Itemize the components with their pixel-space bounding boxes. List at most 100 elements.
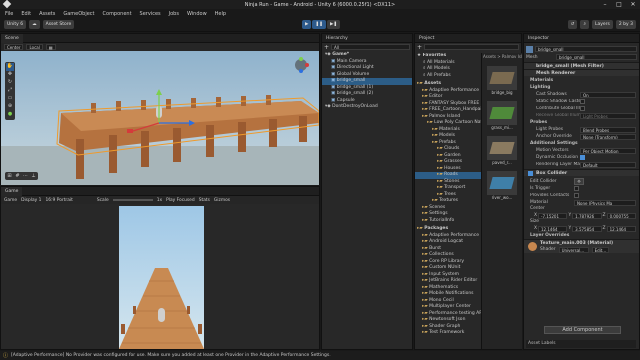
menu-assets[interactable]: Assets bbox=[39, 11, 55, 17]
contribute-gi-checkbox[interactable] bbox=[580, 106, 585, 111]
scale-tool-icon[interactable]: ⤢ bbox=[6, 87, 14, 95]
material-header[interactable]: Texture_main.003 (Material) Shader Unive… bbox=[524, 239, 639, 253]
history-icon[interactable]: ↺ bbox=[567, 20, 578, 29]
menu-jobs[interactable]: Jobs bbox=[169, 11, 179, 17]
materials-foldout[interactable]: Materials bbox=[530, 77, 636, 84]
scale-slider[interactable] bbox=[112, 199, 153, 201]
shader-edit-button[interactable]: Edit... bbox=[591, 246, 610, 253]
box-collider-enabled-checkbox[interactable] bbox=[528, 170, 533, 176]
hierarchy-search[interactable]: All bbox=[331, 44, 410, 50]
ruler-icon[interactable]: ⟂ bbox=[30, 173, 37, 179]
tab-hierarchy[interactable]: Hierarchy bbox=[322, 34, 352, 43]
game-mode-dropdown[interactable]: Game bbox=[4, 198, 17, 203]
pivot-local-dropdown[interactable]: Local bbox=[26, 44, 43, 50]
menu-help[interactable]: Help bbox=[215, 11, 226, 17]
size-x-field[interactable]: 12.1464 bbox=[538, 225, 568, 232]
transform-tool-icon[interactable]: ⊕ bbox=[6, 103, 14, 111]
cloud-icon[interactable]: ☁ bbox=[29, 20, 40, 29]
close-button[interactable]: ✕ bbox=[626, 0, 640, 9]
menu-gameobject[interactable]: GameObject bbox=[63, 11, 94, 17]
snap-icon[interactable]: ⊞ bbox=[6, 173, 13, 179]
project-folder[interactable]: ▸▰ TutorialInfo bbox=[415, 218, 481, 225]
add-component-button[interactable]: Add Component bbox=[544, 326, 621, 334]
menu-window[interactable]: Window bbox=[187, 11, 207, 17]
asset-thumbnail[interactable]: river_wo... bbox=[487, 171, 517, 200]
provides-contacts-checkbox[interactable] bbox=[574, 193, 579, 198]
additional-settings-foldout[interactable]: Additional Settings bbox=[530, 140, 636, 147]
project-folder-label: Models bbox=[439, 133, 456, 138]
project-search[interactable] bbox=[424, 44, 519, 50]
probes-foldout[interactable]: Probes bbox=[530, 119, 636, 126]
is-trigger-checkbox[interactable] bbox=[574, 186, 579, 191]
pivot-center-dropdown[interactable]: Center bbox=[4, 44, 24, 50]
layout-dropdown[interactable]: 2 by 3 bbox=[615, 20, 636, 29]
account-button[interactable]: Unity 6 bbox=[4, 20, 27, 29]
tab-project[interactable]: Project bbox=[415, 34, 438, 43]
asset-thumbnail[interactable]: paved_r... bbox=[487, 136, 517, 165]
search-icon[interactable]: ⌕ bbox=[580, 20, 589, 29]
asset-thumbnail[interactable]: grass_mi... bbox=[487, 101, 517, 130]
stats-button[interactable]: Stats bbox=[199, 198, 210, 203]
tab-game[interactable]: Game bbox=[1, 186, 23, 196]
size-z-field[interactable]: 12.1464 bbox=[606, 225, 636, 232]
object-name-field[interactable]: bridge_small bbox=[535, 46, 637, 52]
scene-viewport[interactable] bbox=[1, 51, 319, 185]
add-object-icon[interactable]: + bbox=[324, 44, 329, 51]
gizmos-button[interactable]: Gizmos bbox=[214, 198, 230, 203]
size-y-field[interactable]: 3.575854 bbox=[572, 225, 602, 232]
receive-gi-dropdown[interactable]: Light Probes bbox=[580, 112, 636, 119]
dynamic-occlusion-checkbox[interactable] bbox=[580, 155, 585, 160]
favorites-item[interactable]: ⌕ All Prefabs bbox=[415, 73, 481, 80]
mesh-field[interactable]: bridge_small bbox=[556, 54, 637, 60]
menu-edit[interactable]: Edit bbox=[21, 11, 31, 17]
layer-overrides-foldout[interactable]: Layer Overrides bbox=[530, 232, 636, 239]
status-message[interactable]: [Adaptive Performance] No Provider was c… bbox=[11, 353, 331, 358]
mesh-filter-header[interactable]: bridge_small (Mesh Filter) bbox=[524, 62, 639, 69]
display-dropdown[interactable]: Display 1 bbox=[21, 198, 41, 203]
rotate-tool-icon[interactable]: ↻ bbox=[6, 79, 14, 87]
move-tool-icon[interactable]: ✥ bbox=[6, 71, 14, 79]
layers-dropdown[interactable]: Layers bbox=[591, 20, 613, 29]
project-folder[interactable]: ▸▰ Test Framework bbox=[415, 330, 481, 337]
minimize-button[interactable]: – bbox=[598, 0, 612, 9]
mesh-renderer-header[interactable]: Mesh Renderer bbox=[524, 69, 639, 76]
grid-snap-icon[interactable]: # bbox=[14, 173, 21, 179]
step-button[interactable]: ▶❚ bbox=[327, 20, 341, 29]
create-asset-icon[interactable]: + bbox=[417, 44, 422, 51]
tab-scene[interactable]: Scene bbox=[1, 33, 23, 43]
lighting-foldout[interactable]: Lighting bbox=[530, 84, 636, 91]
pause-button[interactable]: ❚❚ bbox=[312, 20, 327, 29]
anchor-override-field[interactable]: None (Transform) bbox=[580, 133, 636, 140]
view-tool-icon[interactable]: ✋ bbox=[6, 63, 14, 71]
play-button[interactable]: ▶ bbox=[302, 20, 312, 29]
game-viewport[interactable] bbox=[119, 206, 204, 349]
center-y-field[interactable]: 1.787926 bbox=[572, 212, 602, 219]
asset-thumbnail[interactable]: bridge_big bbox=[487, 66, 517, 95]
menu-component[interactable]: Component bbox=[103, 11, 132, 17]
project-folder-label: Trees bbox=[444, 191, 456, 197]
tab-inspector[interactable]: Inspector bbox=[524, 34, 553, 43]
rect-tool-icon[interactable]: ▭ bbox=[6, 95, 14, 103]
asset-store-button[interactable]: Asset Store bbox=[42, 20, 75, 29]
edit-collider-button[interactable]: ⟡ bbox=[574, 177, 584, 185]
menu-file[interactable]: File bbox=[5, 11, 13, 17]
hierarchy-item[interactable]: ▾◆ DontDestroyOnLoad bbox=[322, 104, 412, 111]
shader-dropdown[interactable]: Universal... bbox=[558, 246, 589, 253]
increment-icon[interactable]: ⋯ bbox=[22, 173, 29, 179]
play-focused-dropdown[interactable]: Play Focused bbox=[166, 198, 195, 203]
custom-tool-icon[interactable]: ● bbox=[6, 111, 14, 119]
box-collider-header[interactable]: Box Collider bbox=[524, 169, 639, 176]
motion-vectors-dropdown[interactable]: Per Object Motion bbox=[580, 147, 636, 154]
maximize-button[interactable]: □ bbox=[612, 0, 626, 9]
aspect-dropdown[interactable]: 16:9 Portrait bbox=[45, 198, 72, 203]
collider-material-field[interactable]: None (Physics Ma bbox=[574, 199, 636, 206]
static-shadow-checkbox[interactable] bbox=[580, 99, 585, 104]
cast-shadows-dropdown[interactable]: On bbox=[580, 91, 636, 98]
center-z-field[interactable]: 0.000755 bbox=[606, 212, 636, 219]
asset-labels-section[interactable]: Asset Labels bbox=[526, 340, 636, 348]
grid-icon[interactable]: ▦ bbox=[45, 44, 56, 50]
center-x-field[interactable]: -7.15201 bbox=[538, 212, 568, 219]
menu-services[interactable]: Services bbox=[140, 11, 161, 17]
rendering-layer-dropdown[interactable]: Default bbox=[580, 161, 636, 168]
light-probes-dropdown[interactable]: Blend Probes bbox=[580, 126, 636, 133]
